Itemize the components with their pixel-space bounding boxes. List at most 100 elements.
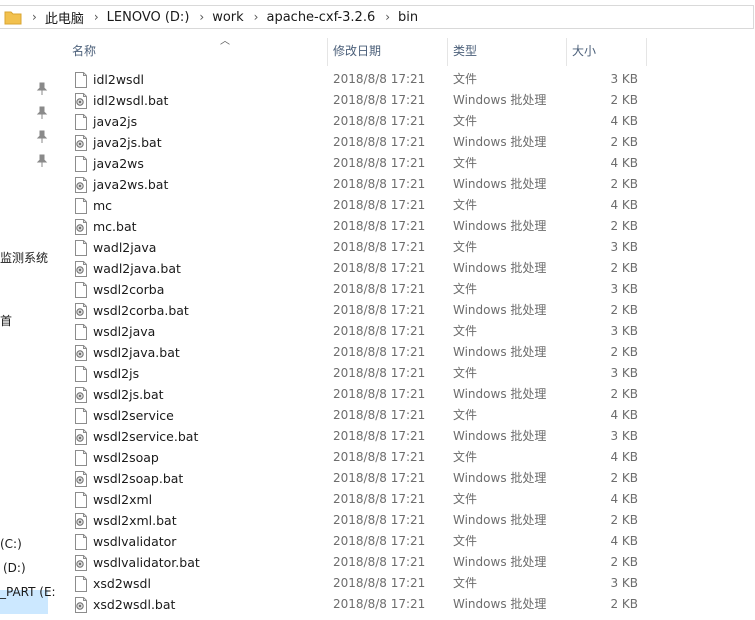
- column-divider[interactable]: [566, 38, 567, 66]
- file-type: Windows 批处理: [453, 555, 547, 569]
- file-date: 2018/8/8 17:21: [333, 240, 426, 254]
- file-size: 3 KB: [610, 429, 638, 443]
- breadcrumb-this-pc[interactable]: 此电脑: [45, 8, 84, 27]
- file-name[interactable]: mc.bat: [93, 216, 137, 237]
- file-name[interactable]: java2ws.bat: [93, 174, 168, 195]
- file-row[interactable]: wsdl2xml 2018/8/8 17:21 文件 4 KB: [58, 489, 755, 510]
- file-date: 2018/8/8 17:21: [333, 387, 426, 401]
- file-name[interactable]: wsdl2corba.bat: [93, 300, 189, 321]
- nav-item-drive-d[interactable]: (D:): [3, 561, 26, 575]
- file-row[interactable]: idl2wsdl 2018/8/8 17:21 文件 3 KB: [58, 69, 755, 90]
- file-type: 文件: [453, 534, 478, 548]
- breadcrumb[interactable]: › 此电脑 › LENOVO (D:) › work › apache-cxf-…: [0, 5, 754, 29]
- file-row[interactable]: java2js 2018/8/8 17:21 文件 4 KB: [58, 111, 755, 132]
- file-name[interactable]: wsdl2corba: [93, 279, 164, 300]
- chevron-right-icon[interactable]: ›: [94, 10, 99, 24]
- file-row[interactable]: wsdl2corba 2018/8/8 17:21 文件 3 KB: [58, 279, 755, 300]
- breadcrumb-drive-d[interactable]: LENOVO (D:): [107, 10, 190, 25]
- column-name[interactable]: 名称: [72, 34, 322, 66]
- chevron-right-icon[interactable]: ›: [32, 10, 37, 24]
- file-name[interactable]: wsdl2xml.bat: [93, 510, 177, 531]
- nav-item-drive-e[interactable]: _PART (E:: [0, 585, 56, 599]
- pin-icon[interactable]: [36, 106, 48, 120]
- file-row[interactable]: xsd2wsdl.bat 2018/8/8 17:21 Windows 批处理 2 K…: [58, 594, 755, 615]
- breadcrumb-work[interactable]: work: [212, 10, 243, 25]
- file-name[interactable]: wsdl2js.bat: [93, 384, 164, 405]
- file-row[interactable]: wsdl2java 2018/8/8 17:21 文件 3 KB: [58, 321, 755, 342]
- file-row[interactable]: xsd2wsdl 2018/8/8 17:21 文件 3 KB: [58, 573, 755, 594]
- file-name[interactable]: wsdl2soap.bat: [93, 468, 183, 489]
- file-date: 2018/8/8 17:21: [333, 219, 426, 233]
- file-row[interactable]: java2ws.bat 2018/8/8 17:21 Windows 批处理 2 KB: [58, 174, 755, 195]
- chevron-right-icon[interactable]: ›: [385, 10, 390, 24]
- file-name[interactable]: wsdl2soap: [93, 447, 159, 468]
- breadcrumb-bin[interactable]: bin: [398, 10, 418, 25]
- file-type: 文件: [453, 198, 478, 212]
- bat-file-icon: [74, 93, 88, 109]
- file-name[interactable]: idl2wsdl: [93, 69, 144, 90]
- file-row[interactable]: wsdl2js.bat 2018/8/8 17:21 Windows 批处理 2 KB: [58, 384, 755, 405]
- file-row[interactable]: wsdlvalidator.bat 2018/8/8 17:21 Windows 批…: [58, 552, 755, 573]
- file-size: 2 KB: [610, 555, 638, 569]
- file-row[interactable]: wadl2java.bat 2018/8/8 17:21 Windows 批处理 2 …: [58, 258, 755, 279]
- chevron-right-icon[interactable]: ›: [199, 10, 204, 24]
- file-row[interactable]: wsdl2java.bat 2018/8/8 17:21 Windows 批处理 2 …: [58, 342, 755, 363]
- file-date: 2018/8/8 17:21: [333, 597, 426, 611]
- breadcrumb-apache-cxf[interactable]: apache-cxf-3.2.6: [266, 10, 375, 25]
- file-date: 2018/8/8 17:21: [333, 135, 426, 149]
- file-name[interactable]: idl2wsdl.bat: [93, 90, 168, 111]
- nav-item-partial[interactable]: 首: [0, 312, 12, 329]
- file-name[interactable]: wsdlvalidator.bat: [93, 552, 200, 573]
- file-icon: [74, 198, 88, 214]
- folder-icon: [4, 9, 22, 25]
- pin-icon[interactable]: [36, 82, 48, 96]
- file-name[interactable]: mc: [93, 195, 112, 216]
- file-row[interactable]: java2js.bat 2018/8/8 17:21 Windows 批处理 2 KB: [58, 132, 755, 153]
- file-date: 2018/8/8 17:21: [333, 93, 426, 107]
- file-row[interactable]: idl2wsdl.bat 2018/8/8 17:21 Windows 批处理 2 K…: [58, 90, 755, 111]
- file-name[interactable]: xsd2wsdl.bat: [93, 594, 175, 615]
- file-row[interactable]: wsdl2service.bat 2018/8/8 17:21 Windows 批处…: [58, 426, 755, 447]
- file-name[interactable]: java2ws: [93, 153, 144, 174]
- file-name[interactable]: wsdl2service: [93, 405, 174, 426]
- file-name[interactable]: wadl2java: [93, 237, 156, 258]
- file-name[interactable]: wadl2java.bat: [93, 258, 181, 279]
- nav-item-drive-c[interactable]: (C:): [0, 537, 22, 551]
- file-row[interactable]: wsdl2soap.bat 2018/8/8 17:21 Windows 批处理 2 …: [58, 468, 755, 489]
- file-row[interactable]: mc.bat 2018/8/8 17:21 Windows 批处理 2 KB: [58, 216, 755, 237]
- column-date[interactable]: 修改日期: [333, 34, 443, 66]
- column-divider[interactable]: [327, 38, 328, 66]
- file-name[interactable]: wsdl2js: [93, 363, 139, 384]
- file-size: 3 KB: [610, 240, 638, 254]
- file-name[interactable]: wsdl2xml: [93, 489, 152, 510]
- file-row[interactable]: wsdl2corba.bat 2018/8/8 17:21 Windows 批处理 2…: [58, 300, 755, 321]
- file-name[interactable]: wsdl2java.bat: [93, 342, 180, 363]
- file-row[interactable]: wsdlvalidator 2018/8/8 17:21 文件 4 KB: [58, 531, 755, 552]
- file-name[interactable]: java2js: [93, 111, 137, 132]
- nav-item-monitor[interactable]: 监测系统: [0, 249, 48, 266]
- file-icon: [74, 408, 88, 424]
- pin-icon[interactable]: [36, 130, 48, 144]
- file-size: 3 KB: [610, 72, 638, 86]
- file-row[interactable]: mc 2018/8/8 17:21 文件 4 KB: [58, 195, 755, 216]
- file-row[interactable]: java2ws 2018/8/8 17:21 文件 4 KB: [58, 153, 755, 174]
- file-icon: [74, 324, 88, 340]
- file-row[interactable]: wadl2java 2018/8/8 17:21 文件 3 KB: [58, 237, 755, 258]
- file-row[interactable]: wsdl2service 2018/8/8 17:21 文件 4 KB: [58, 405, 755, 426]
- chevron-right-icon[interactable]: ›: [254, 10, 259, 24]
- file-name[interactable]: java2js.bat: [93, 132, 162, 153]
- column-divider[interactable]: [646, 38, 647, 66]
- column-divider[interactable]: [447, 38, 448, 66]
- column-type[interactable]: 类型: [453, 34, 563, 66]
- file-name[interactable]: wsdl2service.bat: [93, 426, 198, 447]
- file-row[interactable]: wsdl2xml.bat 2018/8/8 17:21 Windows 批处理 2 K…: [58, 510, 755, 531]
- file-name[interactable]: wsdlvalidator: [93, 531, 176, 552]
- file-name[interactable]: wsdl2java: [93, 321, 155, 342]
- file-row[interactable]: wsdl2soap 2018/8/8 17:21 文件 4 KB: [58, 447, 755, 468]
- file-row[interactable]: wsdl2js 2018/8/8 17:21 文件 3 KB: [58, 363, 755, 384]
- pin-icon[interactable]: [36, 154, 48, 168]
- file-type: Windows 批处理: [453, 513, 547, 527]
- file-name[interactable]: xsd2wsdl: [93, 573, 151, 594]
- bat-file-icon: [74, 135, 88, 151]
- column-size[interactable]: 大小: [572, 34, 642, 66]
